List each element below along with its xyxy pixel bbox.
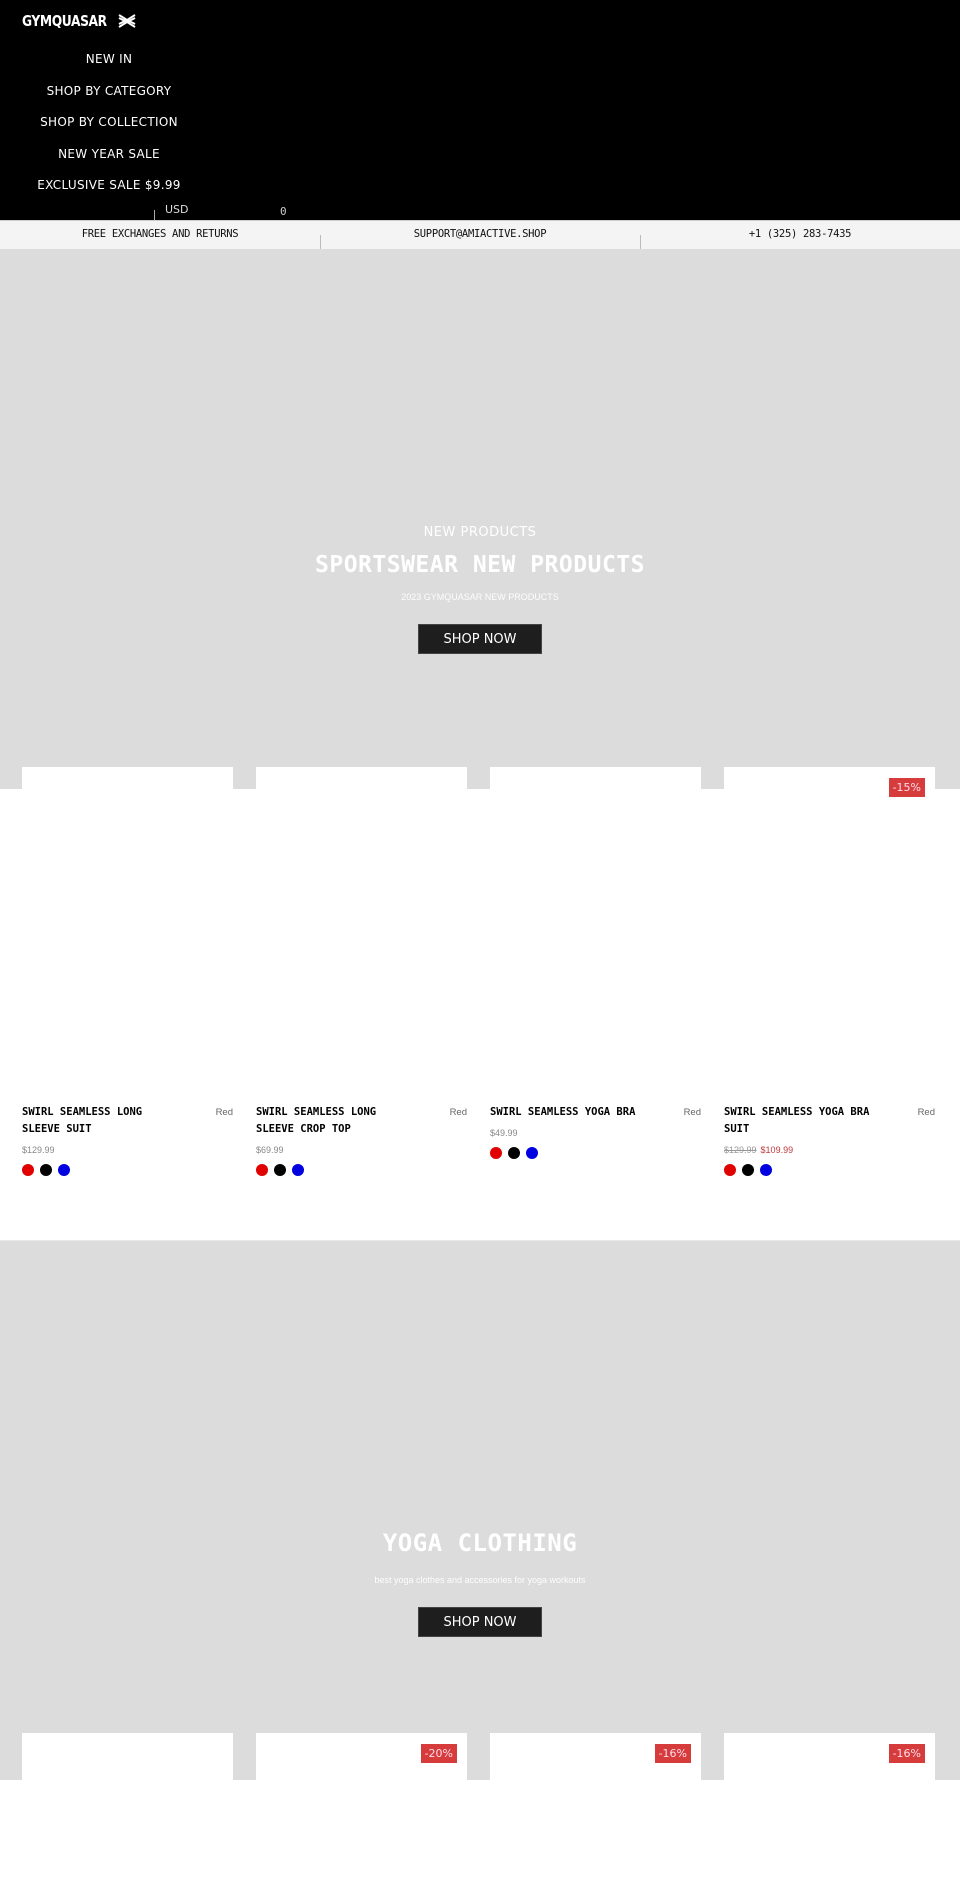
product-image[interactable] [22, 767, 233, 1087]
product-card: -16% [490, 1733, 701, 1893]
product-title[interactable]: SWIRL SEAMLESS YOGA BRA SUIT [724, 1104, 874, 1138]
original-price: $129.99 [724, 1145, 757, 1155]
product-color: Red [683, 1107, 701, 1118]
color-swatches [256, 1164, 467, 1176]
nav-item-new-in[interactable]: NEW IN [0, 45, 218, 77]
product-price: $129.99 $109.99 [724, 1145, 935, 1155]
product-color: Red [215, 1107, 233, 1118]
product-card: SWIRL SEAMLESS LONG SLEEVE SUIT Red $129… [22, 767, 233, 1176]
shop-now-button[interactable]: SHOP NOW [418, 1607, 542, 1637]
nav-item-new-year-sale[interactable]: NEW YEAR SALE [0, 140, 218, 172]
swatch-black[interactable] [40, 1164, 52, 1176]
product-card: -16% [724, 1733, 935, 1893]
logo-text: GYMQUASAR [22, 12, 107, 30]
swatch-blue[interactable] [760, 1164, 772, 1176]
product-image[interactable]: -16% [490, 1733, 701, 1893]
hero-yoga-clothing: YOGA CLOTHING best yoga clothes and acce… [0, 1240, 960, 1780]
color-swatches [490, 1147, 701, 1159]
swatch-black[interactable] [274, 1164, 286, 1176]
color-swatches [22, 1164, 233, 1176]
info-support-email[interactable]: SUPPORT@AMIACTIVE.SHOP [320, 221, 640, 250]
product-price: $129.99 [22, 1145, 55, 1155]
swatch-blue[interactable] [292, 1164, 304, 1176]
swatch-red[interactable] [256, 1164, 268, 1176]
swatch-blue[interactable] [58, 1164, 70, 1176]
info-free-exchanges: FREE EXCHANGES AND RETURNS [81, 228, 239, 240]
site-header: GYMQUASAR NEW IN SHOP BY CATEGORY SHOP B… [0, 0, 960, 226]
product-price: $49.99 [490, 1128, 518, 1138]
cart-count[interactable]: 0 [280, 205, 287, 218]
info-bar: FREE EXCHANGES AND RETURNS SUPPORT@AMIAC… [0, 220, 960, 250]
hero-new-products: NEW PRODUCTS SPORTSWEAR NEW PRODUCTS 202… [0, 249, 960, 789]
product-card: SWIRL SEAMLESS YOGA BRA Red $49.99 [490, 767, 701, 1159]
nav-item-shop-by-collection[interactable]: SHOP BY COLLECTION [0, 108, 218, 140]
sale-price: $109.99 [760, 1145, 794, 1155]
product-image[interactable] [22, 1733, 233, 1893]
hero-eyebrow: NEW PRODUCTS [423, 525, 537, 540]
swatch-black[interactable] [508, 1147, 520, 1159]
swatch-red[interactable] [724, 1164, 736, 1176]
hero-title: SPORTSWEAR NEW PRODUCTS [315, 552, 645, 578]
nav-item-shop-by-category[interactable]: SHOP BY CATEGORY [0, 77, 218, 109]
discount-badge: -16% [888, 1744, 925, 1763]
hero-content: YOGA CLOTHING best yoga clothes and acce… [0, 1517, 960, 1637]
logo[interactable]: GYMQUASAR [22, 12, 136, 30]
hero-content: NEW PRODUCTS SPORTSWEAR NEW PRODUCTS 202… [0, 525, 960, 654]
color-swatches [724, 1164, 935, 1176]
product-color: Red [449, 1107, 467, 1118]
swatch-blue[interactable] [526, 1147, 538, 1159]
product-price: $69.99 [256, 1145, 284, 1155]
hero-subtitle: best yoga clothes and accessories for yo… [374, 1575, 586, 1585]
discount-badge: -15% [888, 778, 925, 797]
discount-badge: -20% [420, 1744, 457, 1763]
product-card: -15% SWIRL SEAMLESS YOGA BRA SUIT Red $1… [724, 767, 935, 1176]
logo-mark-icon [118, 14, 136, 28]
info-phone[interactable]: +1 (325) 283-7435 [640, 221, 960, 250]
product-card: SWIRL SEAMLESS LONG SLEEVE CROP TOP Red … [256, 767, 467, 1176]
product-color: Red [917, 1107, 935, 1118]
product-image[interactable]: -20% [256, 1733, 467, 1893]
swatch-red[interactable] [22, 1164, 34, 1176]
main-nav: NEW IN SHOP BY CATEGORY SHOP BY COLLECTI… [0, 45, 218, 203]
product-image[interactable] [490, 767, 701, 1087]
product-card [22, 1733, 233, 1893]
swatch-black[interactable] [742, 1164, 754, 1176]
hero-subtitle: 2023 GYMQUASAR NEW PRODUCTS [401, 592, 559, 602]
hero-title: YOGA CLOTHING [382, 1529, 578, 1557]
product-card: -20% [256, 1733, 467, 1893]
discount-badge: -16% [654, 1744, 691, 1763]
currency-selector[interactable]: USD [165, 203, 189, 216]
product-title[interactable]: SWIRL SEAMLESS LONG SLEEVE SUIT [22, 1104, 152, 1138]
shop-now-button[interactable]: SHOP NOW [418, 624, 542, 654]
product-title[interactable]: SWIRL SEAMLESS YOGA BRA [490, 1104, 640, 1121]
product-image[interactable]: -16% [724, 1733, 935, 1893]
product-image[interactable] [256, 767, 467, 1087]
swatch-red[interactable] [490, 1147, 502, 1159]
product-image[interactable]: -15% [724, 767, 935, 1087]
nav-item-exclusive-sale[interactable]: EXCLUSIVE SALE $9.99 [0, 171, 218, 203]
product-title[interactable]: SWIRL SEAMLESS LONG SLEEVE CROP TOP [256, 1104, 386, 1138]
